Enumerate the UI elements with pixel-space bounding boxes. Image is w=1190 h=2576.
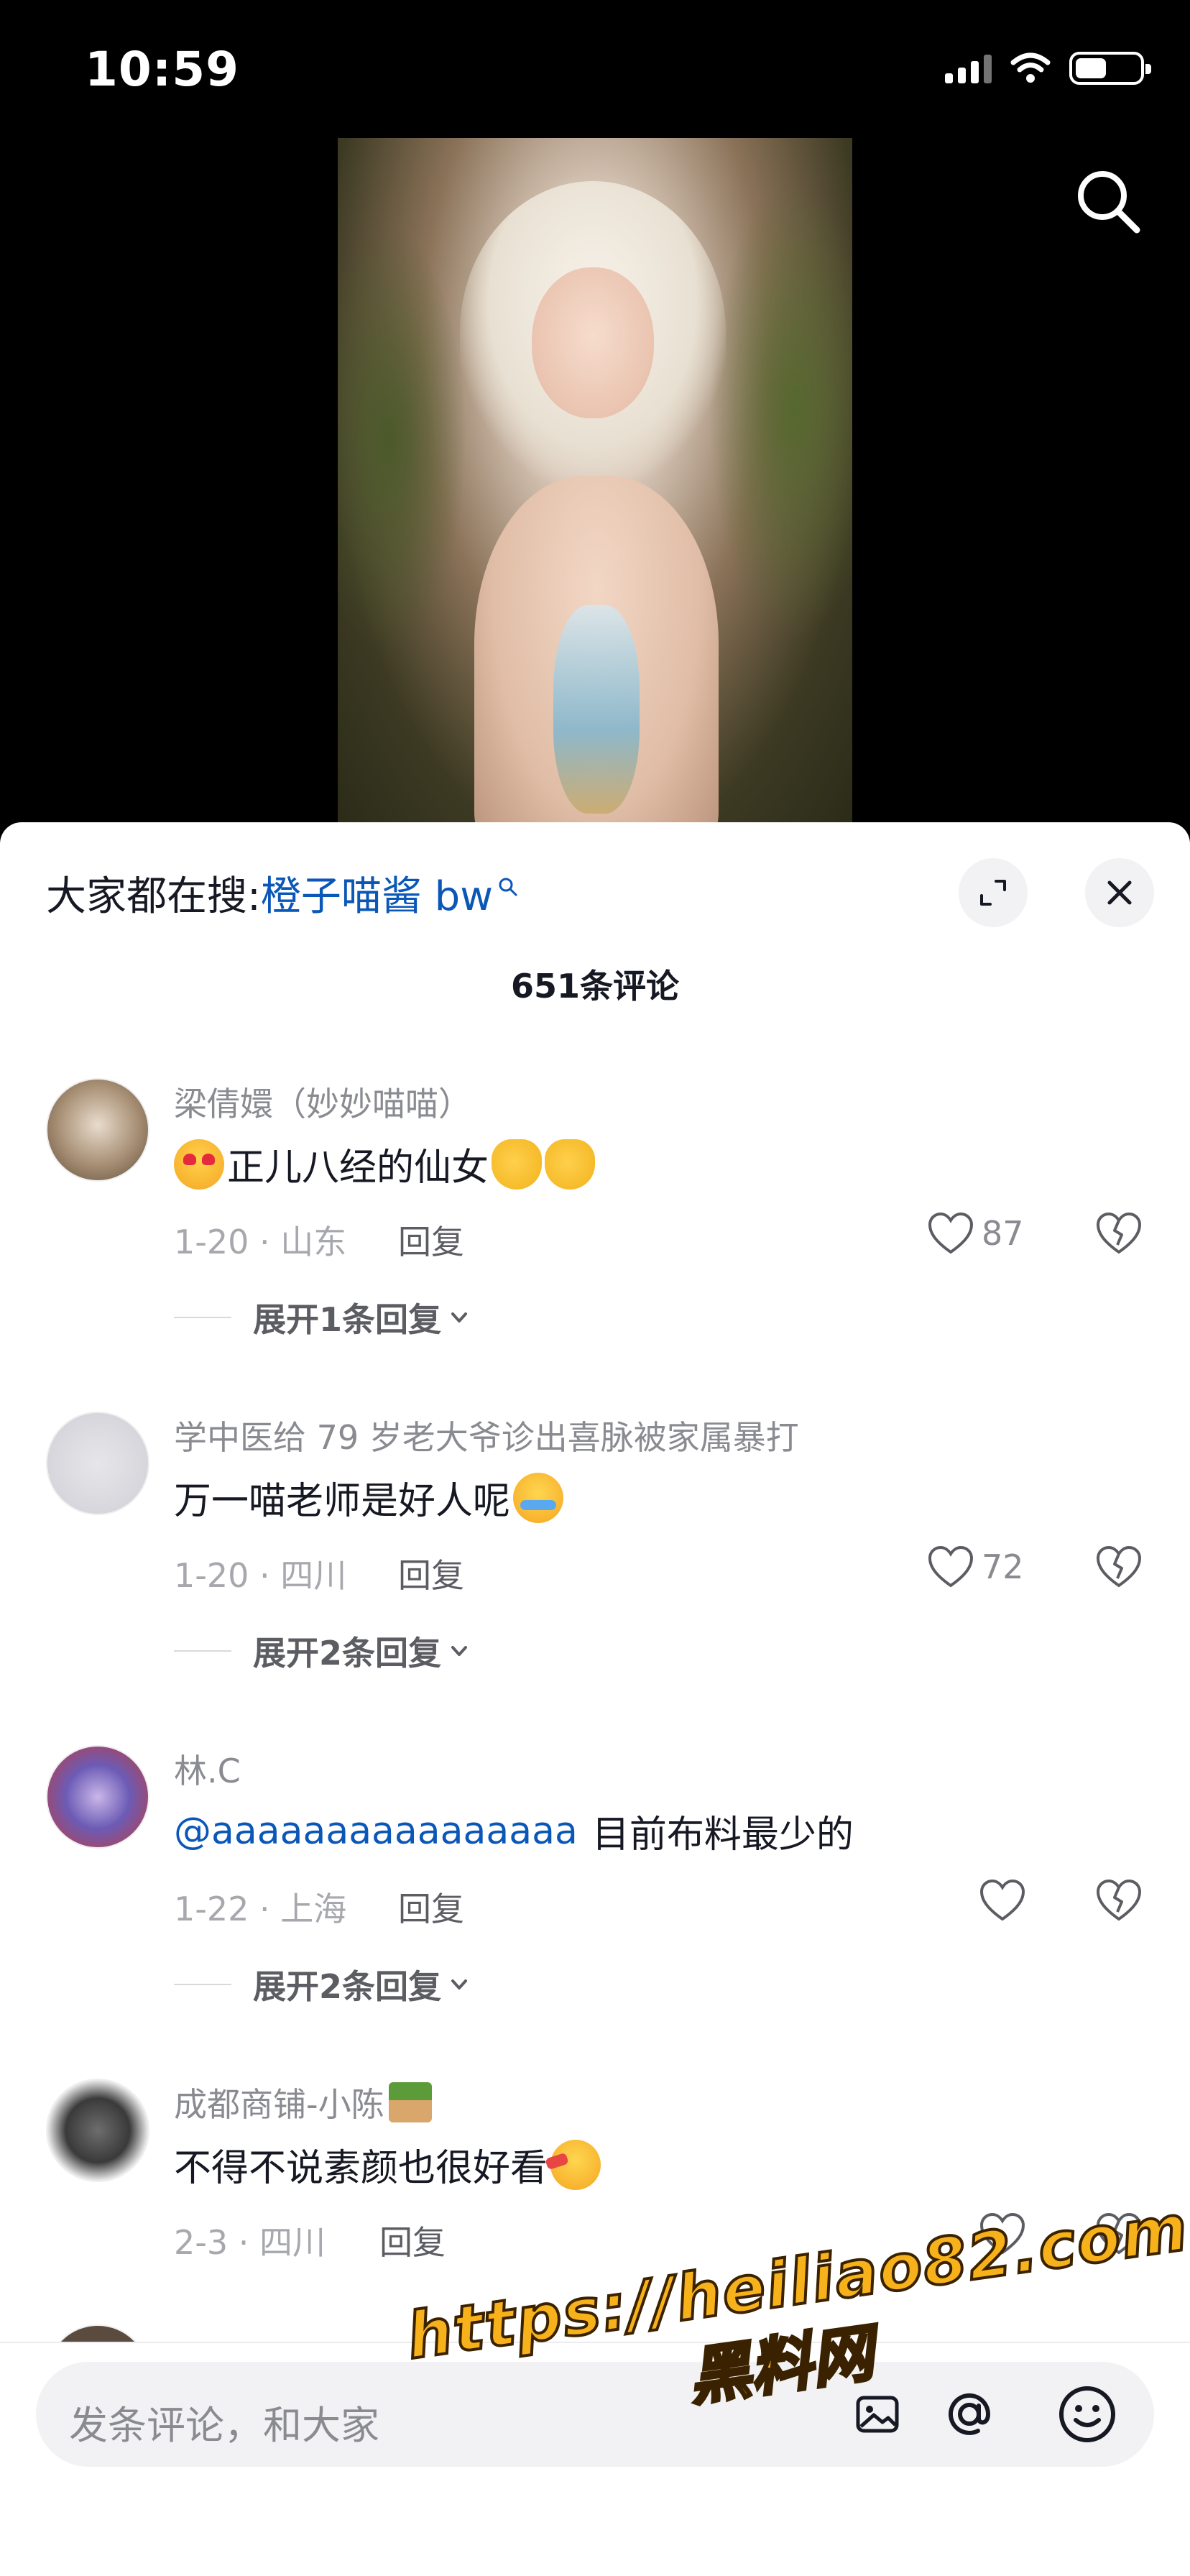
reply-button[interactable]: 回复 xyxy=(398,1216,464,1264)
clap-emoji-icon xyxy=(545,1138,596,1190)
house-emoji-icon xyxy=(388,2082,432,2122)
chevron-down-icon xyxy=(451,1979,468,1990)
heart-eyes-emoji-icon xyxy=(174,1138,224,1190)
reply-button[interactable]: 回复 xyxy=(379,2217,446,2264)
close-icon xyxy=(1107,880,1132,905)
comment-body: 万一喵老师是好人呢 xyxy=(174,1480,511,1523)
close-button[interactable] xyxy=(1085,858,1154,927)
crying-emoji-icon xyxy=(513,1472,564,1523)
search-button[interactable] xyxy=(1072,165,1144,237)
search-suggestion-prefix: 大家都在搜: xyxy=(46,873,261,920)
heart-icon xyxy=(928,1212,974,1254)
expand-button[interactable] xyxy=(959,858,1028,927)
expand-replies-button[interactable]: 展开1条回复 xyxy=(174,1294,471,1341)
broken-heart-icon xyxy=(1096,1879,1142,1921)
status-time: 10:59 xyxy=(85,42,240,97)
search-icon xyxy=(499,878,517,896)
comment-author[interactable]: 学中医给 79 岁老大爷诊出喜脉被家属暴打 xyxy=(174,1412,799,1459)
comment-input-placeholder: 发条评论，和大家 xyxy=(69,2403,379,2448)
clap-emoji-icon xyxy=(492,1138,543,1190)
at-mention-button[interactable] xyxy=(936,2380,1003,2448)
comment-text: 不得不说素颜也很好看 xyxy=(174,2138,601,2191)
chevron-down-icon xyxy=(451,1646,468,1656)
wifi-icon xyxy=(1010,52,1051,83)
search-suggestion-keyword[interactable]: 橙子喵酱 bw xyxy=(261,864,493,922)
expand-replies-label: 展开1条回复 xyxy=(253,1300,442,1339)
comment-body: 目前布料最少的 xyxy=(591,1813,854,1857)
dislike-button[interactable] xyxy=(1095,1545,1143,1591)
comment-meta: 1-22 · 上海 xyxy=(174,1890,347,1928)
chevron-down-icon xyxy=(451,1312,468,1322)
avatar[interactable] xyxy=(46,1412,149,1515)
search-icon xyxy=(1078,171,1140,234)
comment-body: 不得不说素颜也很好看 xyxy=(174,2147,548,2190)
like-button[interactable]: 72 xyxy=(927,1545,1024,1588)
reply-button[interactable]: 回复 xyxy=(398,1883,464,1931)
comment-author[interactable]: 成都商铺-小陈 xyxy=(174,2079,432,2126)
comment-body: 正儿八经的仙女 xyxy=(227,1146,489,1190)
comment-meta: 1-20 · 四川 xyxy=(174,1556,347,1595)
comment-meta: 2-3 · 四川 xyxy=(174,2223,326,2262)
expand-replies-button[interactable]: 展开2条回复 xyxy=(174,1961,471,2008)
expand-replies-label: 展开2条回复 xyxy=(253,1634,442,1673)
like-button[interactable]: 87 xyxy=(927,1212,1024,1255)
comment-text: 正儿八经的仙女 xyxy=(174,1137,596,1191)
comment-author[interactable]: 林.C xyxy=(174,1745,241,1793)
expand-icon xyxy=(980,880,1006,906)
comment-author-label: 成都商铺-小陈 xyxy=(174,2085,384,2124)
like-count: 72 xyxy=(982,1547,1024,1586)
comment-text: @aaaaaaaaaaaaaaaa 目前布料最少的 xyxy=(174,1804,854,1858)
dislike-button[interactable] xyxy=(1095,1879,1143,1925)
comment-meta: 1-20 · 山东 xyxy=(174,1223,347,1261)
status-bar: 10:59 xyxy=(0,0,1190,129)
face-emoji-icon xyxy=(550,2139,601,2190)
avatar[interactable] xyxy=(46,2079,149,2182)
like-count: 87 xyxy=(982,1214,1024,1253)
video-player[interactable] xyxy=(338,138,852,828)
emoji-button[interactable] xyxy=(1053,2380,1121,2448)
dislike-button[interactable] xyxy=(1095,1212,1143,1258)
battery-icon xyxy=(1069,52,1151,85)
heart-icon xyxy=(928,1545,974,1588)
reply-button[interactable]: 回复 xyxy=(398,1550,464,1597)
heart-icon xyxy=(979,1879,1025,1921)
status-icons xyxy=(945,52,1151,85)
search-suggestion[interactable]: 大家都在搜: 橙子喵酱 bw xyxy=(46,864,519,922)
expand-replies-button[interactable]: 展开2条回复 xyxy=(174,1627,471,1675)
like-button[interactable] xyxy=(979,1879,1026,1922)
avatar[interactable] xyxy=(46,1078,149,1182)
broken-heart-icon xyxy=(1096,1212,1142,1254)
broken-heart-icon xyxy=(1096,1545,1142,1588)
mention-link[interactable]: @aaaaaaaaaaaaaaaa xyxy=(174,1810,578,1853)
avatar[interactable] xyxy=(46,1745,149,1849)
expand-replies-label: 展开2条回复 xyxy=(253,1967,442,2006)
cellular-signal-icon xyxy=(945,53,992,83)
comment-author[interactable]: 梁倩嬛（妙妙喵喵） xyxy=(174,1078,471,1126)
emoji-icon xyxy=(1059,2386,1115,2442)
comment-text: 万一喵老师是好人呢 xyxy=(174,1471,564,1524)
comment-count: 651条评论 xyxy=(510,967,680,1006)
at-icon xyxy=(949,2393,991,2435)
image-icon xyxy=(856,2396,899,2433)
